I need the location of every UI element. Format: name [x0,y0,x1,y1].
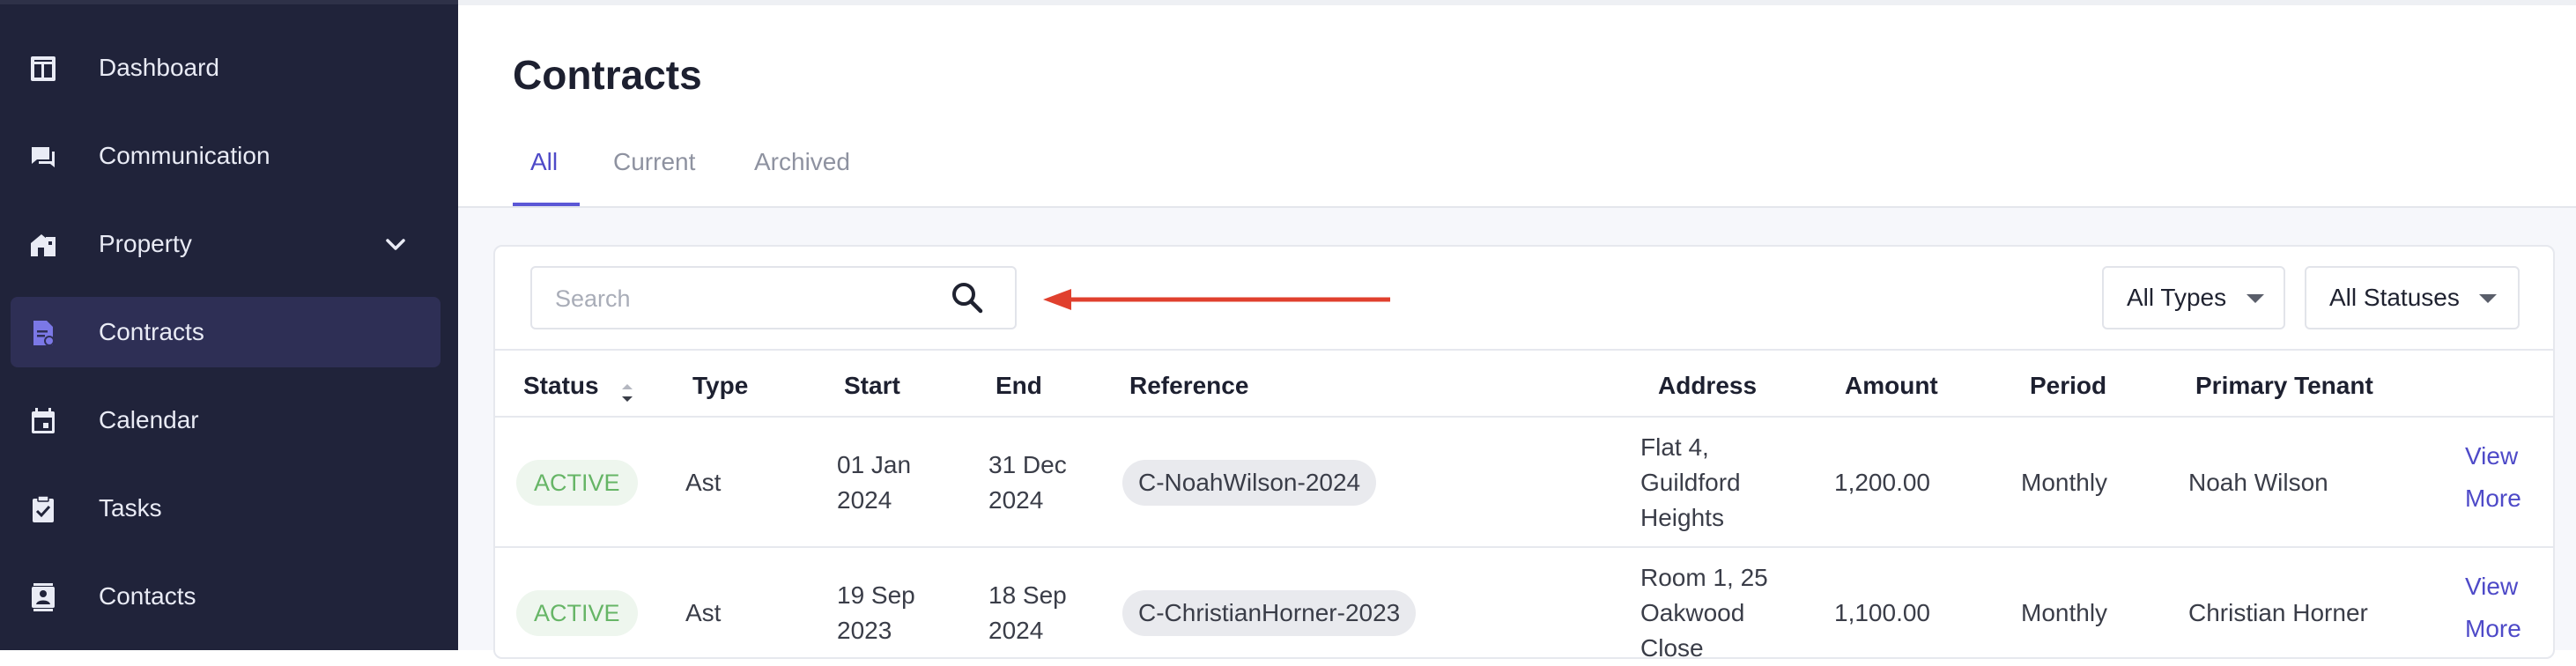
chevron-down-icon[interactable] [381,230,411,260]
sidebar-item-contracts[interactable]: Contracts [11,297,440,367]
tab-all[interactable]: All [530,148,558,176]
search-box [530,266,1017,329]
reference-badge: C-NoahWilson-2024 [1122,460,1377,506]
end-date-line1: 31 Dec [988,451,1067,478]
contracts-card: All Types All Statuses Status Type Start… [493,245,2555,662]
tenant-cell: Christian Horner [2188,599,2368,626]
tenant-cell: Noah Wilson [2188,469,2328,496]
view-more-link-line1[interactable]: View [2465,435,2518,477]
column-header-amount: Amount [1845,372,1938,399]
annotation-arrow [1043,289,1390,310]
column-header-period: Period [2030,372,2107,399]
property-icon [28,230,58,260]
column-header-reference: Reference [1129,372,1249,399]
type-filter-value: All Types [2127,284,2227,311]
contract-icon [28,318,58,348]
row-divider [495,546,2553,548]
period-cell: Monthly [2021,599,2108,626]
type-cell: Ast [685,599,722,626]
start-date-line1: 19 Sep [837,581,915,609]
sidebar: Dashboard Communication Property Contrac… [0,0,458,650]
amount-cell: 1,100.00 [1834,599,1930,626]
sidebar-item-label: Contracts [99,318,204,345]
address-line3: Heights [1640,504,1724,531]
tab-archived[interactable]: Archived [754,148,850,176]
chat-icon [28,142,58,172]
column-header-primary-tenant: Primary Tenant [2195,372,2373,399]
top-divider [458,0,2576,5]
end-date-line2: 2024 [988,617,1044,644]
tasks-icon [28,494,58,524]
type-cell: Ast [685,469,722,496]
start-date-line2: 2023 [837,617,892,644]
calendar-icon [28,406,58,436]
start-date-line2: 2024 [837,486,892,514]
sidebar-item-label: Dashboard [99,54,219,81]
search-input[interactable] [532,268,962,329]
sidebar-item-label: Communication [99,142,270,169]
column-header-status[interactable]: Status [523,372,599,400]
sidebar-item-calendar[interactable]: Calendar [11,385,440,455]
sidebar-item-label: Calendar [99,406,199,433]
sidebar-item-communication[interactable]: Communication [11,121,440,191]
sidebar-item-label: Contacts [99,582,196,610]
column-header-address: Address [1658,372,1758,399]
status-badge: ACTIVE [516,590,638,636]
period-cell: Monthly [2021,469,2108,496]
table-top-border [495,349,2553,351]
end-date-line2: 2024 [988,486,1044,514]
sidebar-item-label: Property [99,230,192,257]
view-more-link-line2[interactable]: More [2465,477,2521,520]
reference-badge: C-ChristianHorner-2023 [1122,590,1417,636]
address-line2: Guildford [1640,469,1741,496]
start-date-line1: 01 Jan [837,451,912,478]
sidebar-item-contacts[interactable]: Contacts [11,561,440,632]
view-more-link-line1[interactable]: View [2465,566,2518,608]
address-line1: Flat 4, [1640,433,1709,461]
tab-current[interactable]: Current [613,148,695,176]
sidebar-item-property[interactable]: Property [11,209,440,279]
view-more-link-line2[interactable]: More [2465,608,2521,650]
dashboard-icon [28,54,58,84]
column-header-start: Start [844,372,900,399]
contacts-icon [28,582,58,612]
main-content: Contracts All Current Archived All Types… [458,0,2576,662]
address-line2: Oakwood [1640,599,1745,626]
address-line1: Room 1, 25 [1640,564,1768,591]
sort-icon[interactable] [618,381,636,405]
search-icon[interactable] [950,280,985,315]
caret-down-icon [2479,294,2497,303]
status-filter-value: All Statuses [2329,284,2460,311]
type-filter-select[interactable]: All Types [2102,266,2285,329]
column-header-end: End [996,372,1042,399]
sidebar-item-tasks[interactable]: Tasks [11,473,440,544]
address-line3: Close [1640,634,1704,662]
table-header-divider [495,416,2553,418]
column-header-type: Type [692,372,749,399]
status-badge: ACTIVE [516,460,638,506]
status-filter-select[interactable]: All Statuses [2305,266,2520,329]
caret-down-icon [2247,294,2264,303]
sidebar-item-label: Tasks [99,494,162,522]
end-date-line1: 18 Sep [988,581,1067,609]
amount-cell: 1,200.00 [1834,469,1930,496]
sidebar-item-dashboard[interactable]: Dashboard [11,33,440,103]
page-title: Contracts [513,52,702,98]
